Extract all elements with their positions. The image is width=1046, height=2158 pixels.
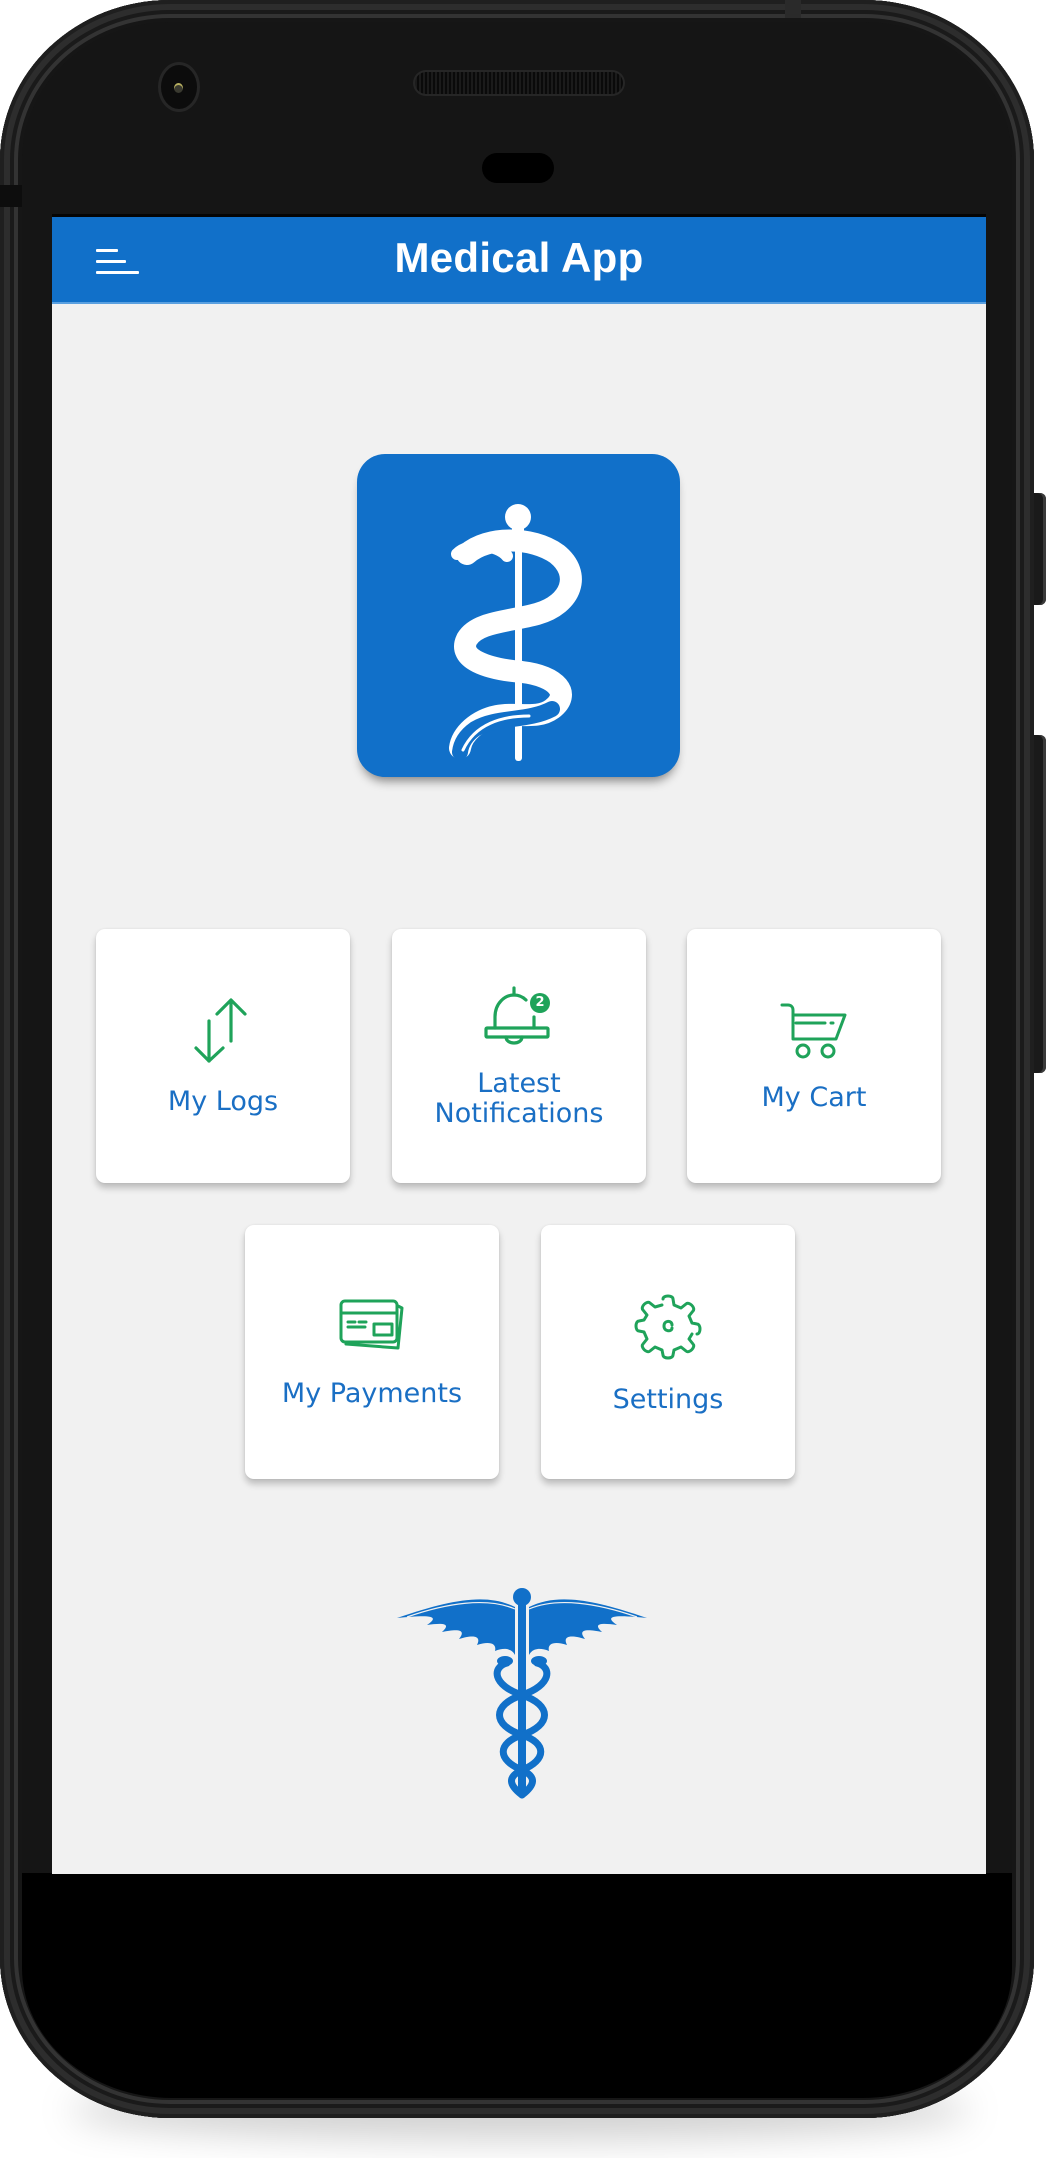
tile-label-line-1: Latest — [477, 1068, 561, 1099]
caduceus-icon — [397, 1588, 647, 1799]
bell-icon-wrapper: 2 — [483, 985, 555, 1057]
credit-cards-icon — [339, 1299, 404, 1350]
shopping-cart-icon — [780, 1003, 847, 1059]
power-button[interactable] — [1034, 493, 1046, 605]
app-title: Medical App — [394, 234, 644, 281]
gear-icon — [634, 1294, 702, 1360]
notification-badge: 2 — [530, 993, 550, 1013]
app-bar: Medical App — [52, 217, 986, 304]
front-camera-icon — [161, 65, 197, 109]
rod-of-asclepius-icon — [449, 504, 582, 761]
phone-chin — [22, 1873, 1012, 2098]
earpiece-speaker — [415, 72, 623, 94]
tile-label: My Logs — [167, 1086, 279, 1117]
app-logo — [357, 454, 680, 777]
tile-label: Settings — [612, 1384, 724, 1415]
proximity-sensor — [482, 153, 554, 183]
tile-latest-notifications[interactable]: 2 Latest Notifications — [392, 929, 646, 1183]
phone-antenna-band — [0, 185, 22, 207]
phone-top-mark — [785, 0, 801, 18]
arrows-up-down-icon — [194, 998, 247, 1063]
tile-label: My Payments — [281, 1378, 463, 1409]
tile-settings[interactable]: Settings — [541, 1225, 795, 1479]
tile-my-payments[interactable]: My Payments — [245, 1225, 499, 1479]
tile-my-logs[interactable]: My Logs — [96, 929, 350, 1183]
tile-label-line-2: Notifications — [434, 1098, 604, 1129]
volume-button[interactable] — [1034, 735, 1046, 1073]
app-screen: Medical App My Logs 2 Latest Notificatio… — [52, 214, 986, 1874]
tile-my-cart[interactable]: My Cart — [687, 929, 941, 1183]
tile-label: My Cart — [761, 1082, 867, 1113]
